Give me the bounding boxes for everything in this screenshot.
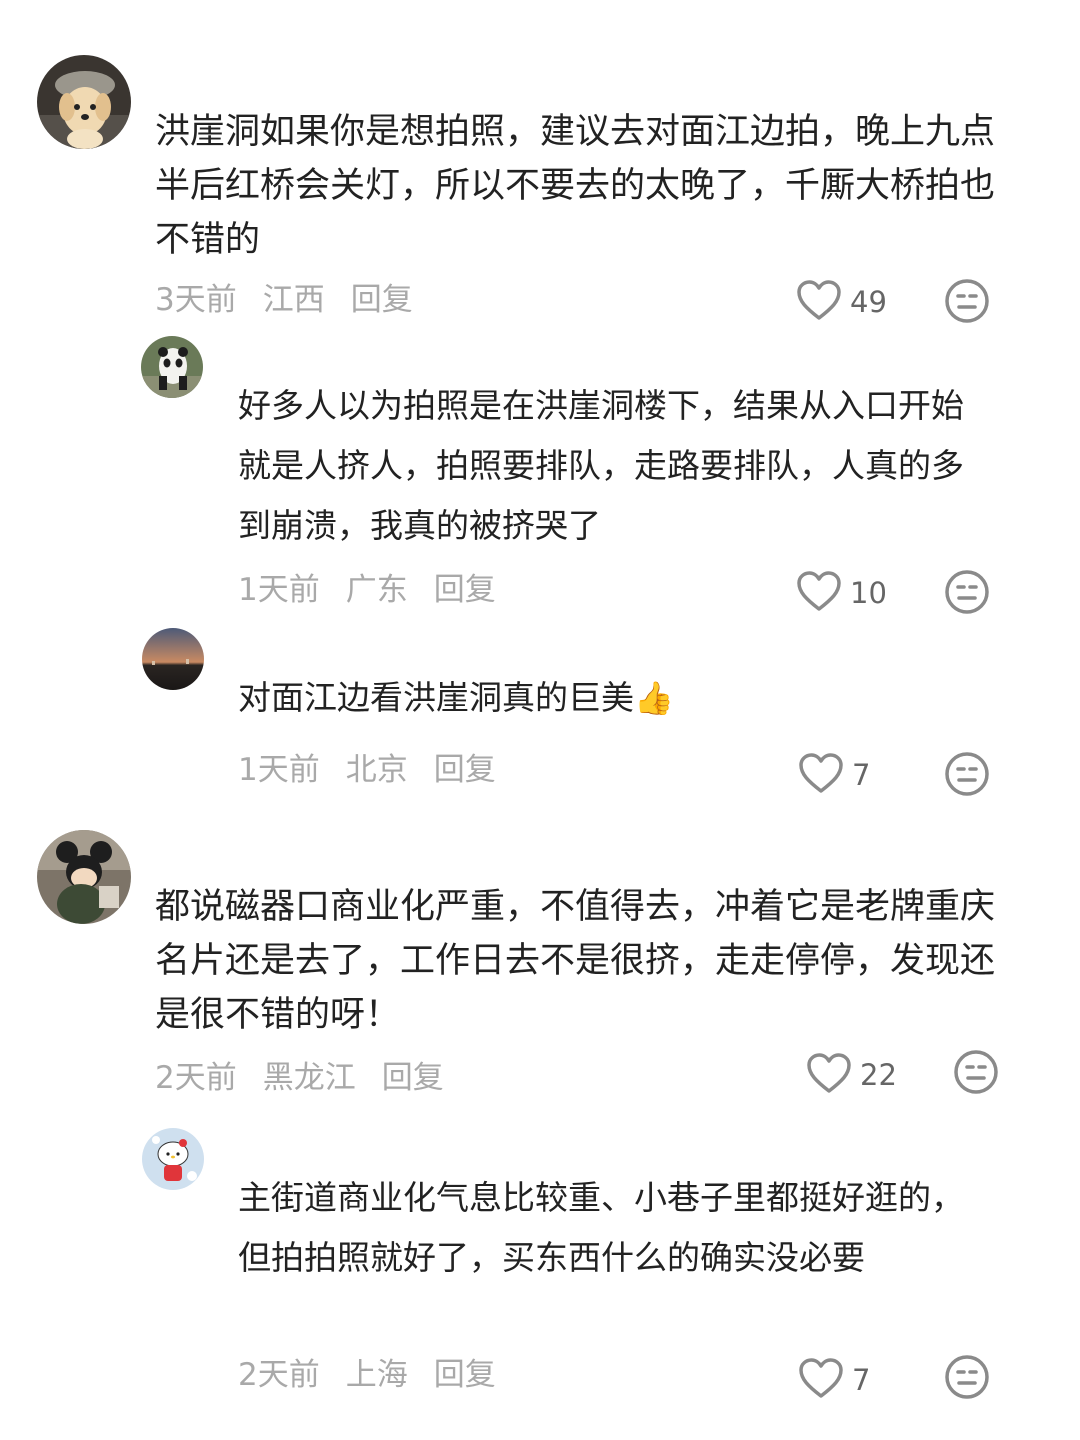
reply-time: 1天前: [238, 752, 320, 788]
reply-meta: 1天前 广东 回复: [238, 570, 522, 610]
heart-outline-icon: [798, 752, 844, 798]
reply-location: 北京: [345, 752, 408, 788]
comment-time: 3天前: [155, 282, 237, 318]
reply-text-content: 对面江边看洪崖洞真的巨美: [238, 678, 634, 717]
comment-location: 黑龙江: [262, 1060, 356, 1096]
reply-text: 主街道商业化气息比较重、小巷子里都挺好逛的，但拍拍照就好了，买东西什么的确实没必…: [238, 1178, 964, 1277]
comment-meta: 2天前 黑龙江 回复: [155, 1058, 470, 1098]
like-button[interactable]: 22: [806, 1052, 897, 1098]
reply-button[interactable]: 回复: [434, 570, 496, 610]
like-button[interactable]: 7: [798, 752, 870, 798]
neutral-face-icon[interactable]: [953, 1049, 999, 1095]
reply-time: 2天前: [238, 1357, 320, 1393]
reply-time: 1天前: [238, 572, 320, 608]
reply-text: 对面江边看洪崖洞真的巨美👍: [238, 668, 978, 728]
panda-avatar[interactable]: [141, 336, 203, 398]
hello-kitty-avatar[interactable]: [142, 1128, 204, 1190]
mickey-avatar[interactable]: [37, 830, 131, 924]
like-button[interactable]: 10: [796, 570, 887, 616]
heart-outline-icon: [798, 1357, 844, 1403]
reply-location: 上海: [345, 1357, 408, 1393]
reply-button[interactable]: 回复: [351, 280, 413, 320]
reply-button[interactable]: 回复: [434, 1355, 496, 1395]
reply-meta: 1天前 北京 回复: [238, 750, 522, 790]
thumbs-up-emoji: 👍: [634, 679, 674, 717]
like-button[interactable]: 49: [796, 279, 887, 325]
dog-avatar[interactable]: [37, 55, 131, 149]
heart-outline-icon: [806, 1052, 852, 1098]
like-count: 7: [852, 1363, 871, 1397]
reply-text: 好多人以为拍照是在洪崖洞楼下，结果从入口开始就是人挤人，拍照要排队，走路要排队，…: [238, 386, 964, 545]
like-button[interactable]: 7: [798, 1357, 870, 1403]
reply-button[interactable]: 回复: [434, 750, 496, 790]
neutral-face-icon[interactable]: [944, 278, 990, 324]
comment-meta: 3天前 江西 回复: [155, 280, 439, 320]
reply-button[interactable]: 回复: [382, 1058, 444, 1098]
neutral-face-icon[interactable]: [944, 751, 990, 797]
like-count: 49: [850, 285, 887, 319]
sunset-avatar[interactable]: [142, 628, 204, 690]
comment-text: 都说磁器口商业化严重，不值得去，冲着它是老牌重庆名片还是去了，工作日去不是很挤，…: [155, 887, 996, 1035]
reply-location: 广东: [345, 572, 408, 608]
like-count: 10: [850, 576, 887, 610]
neutral-face-icon[interactable]: [944, 569, 990, 615]
comment-text: 洪崖洞如果你是想拍照，建议去对面江边拍，晚上九点半后红桥会关灯，所以不要去的太晚…: [155, 112, 996, 260]
neutral-face-icon[interactable]: [944, 1354, 990, 1400]
comment-time: 2天前: [155, 1060, 237, 1096]
like-count: 22: [860, 1058, 897, 1092]
like-count: 7: [852, 758, 871, 792]
heart-outline-icon: [796, 279, 842, 325]
comment-location: 江西: [262, 282, 325, 318]
reply-meta: 2天前 上海 回复: [238, 1355, 522, 1395]
heart-outline-icon: [796, 570, 842, 616]
